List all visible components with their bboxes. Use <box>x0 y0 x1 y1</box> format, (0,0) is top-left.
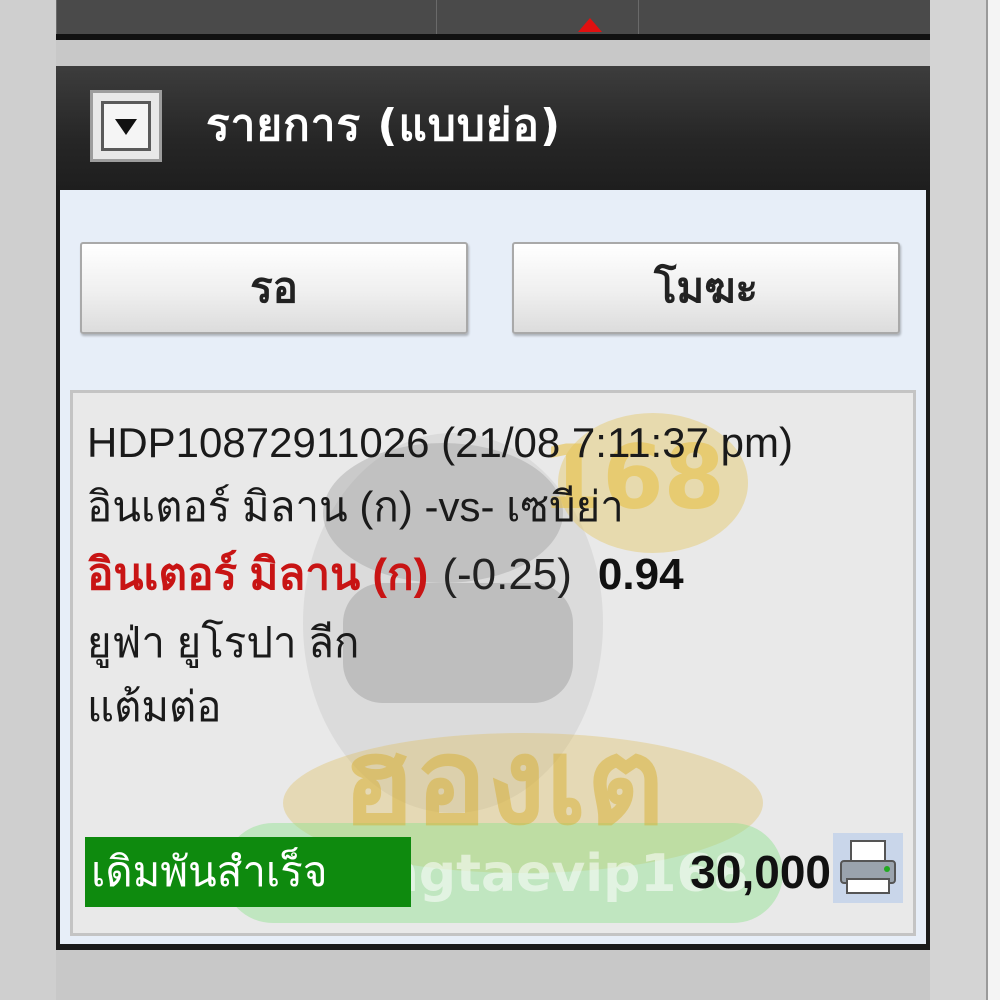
panel-title: รายการ (แบบย่อ) <box>206 100 562 151</box>
collapse-toggle-icon <box>101 101 151 151</box>
printer-icon[interactable] <box>833 833 903 903</box>
pick-handicap: (-0.25) <box>442 550 572 599</box>
stake-amount: 30,000 <box>690 846 831 898</box>
collapse-toggle-button[interactable] <box>90 90 162 162</box>
pick-odds: 0.94 <box>597 550 684 599</box>
nav-segment[interactable] <box>638 0 639 34</box>
pick-team: อินเตอร์ มิลาน (ก) <box>87 550 429 599</box>
bet-type: แต้มต่อ <box>87 683 222 730</box>
league-name: ยูฟ่า ยูโรปา ลีก <box>87 619 360 666</box>
left-background <box>0 0 56 1000</box>
match-title: อินเตอร์ มิลาน (ก) -vs- เซบีย่า <box>87 483 624 530</box>
top-nav-bar <box>56 0 930 40</box>
tab-pending[interactable]: รอ <box>80 242 468 334</box>
panel-body: รอ โมฆะ 168 ฮองเต @hongtaevip168 HDP108729… <box>60 190 926 944</box>
scrollbar-edge[interactable] <box>986 0 1000 1000</box>
nav-segment[interactable] <box>436 0 437 34</box>
status-badge: เดิมพันสำเร็จ <box>85 837 411 907</box>
ticket-details: HDP10872911026 (21/08 7:11:37 pm) อินเตอ… <box>87 411 887 739</box>
nav-segment[interactable] <box>56 0 57 34</box>
pick-row: อินเตอร์ มิลาน (ก) (-0.25) 0.94 <box>87 539 887 611</box>
tab-void[interactable]: โมฆะ <box>512 242 900 334</box>
bet-ticket: 168 ฮองเต @hongtaevip168 HDP10872911026 (2… <box>70 390 916 936</box>
ticket-ref: HDP10872911026 (21/08 7:11:37 pm) <box>87 419 793 466</box>
bet-list-panel: รายการ (แบบย่อ) รอ โมฆะ 168 ฮองเต @hongtae… <box>56 66 930 950</box>
active-nav-marker <box>578 18 602 32</box>
right-scroll-strip <box>930 0 1000 1000</box>
panel-header: รายการ (แบบย่อ) <box>56 66 930 190</box>
